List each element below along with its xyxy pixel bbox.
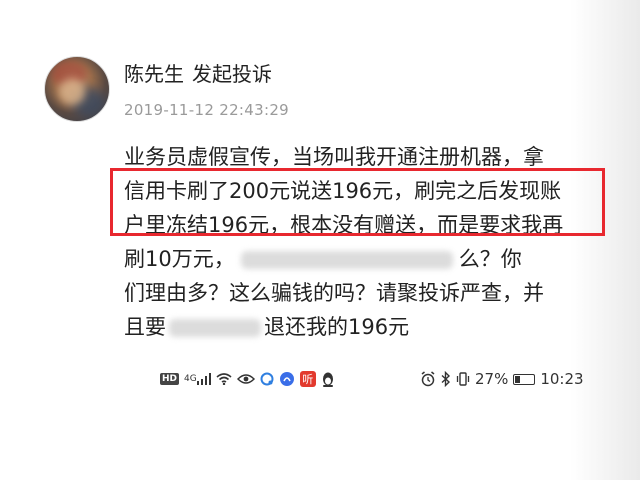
redacted-text xyxy=(240,251,453,269)
text-segment: 退还我的196元 xyxy=(264,315,410,339)
battery-fill xyxy=(515,375,521,383)
text-line: 们理由多？这么骗钱的吗？请聚投诉严查，并 xyxy=(124,281,544,305)
redacted-text xyxy=(169,319,261,337)
status-bar-left: HD 4G 听 xyxy=(160,367,335,391)
baidu-app-icon xyxy=(279,371,295,387)
text-line: 且要 退还我的196元 xyxy=(124,310,614,344)
vibrate-icon xyxy=(456,371,470,387)
highlight-annotation-box xyxy=(110,168,605,236)
post-header: 陈先生 发起投诉 xyxy=(124,58,272,87)
status-bar-right: 27% 10:23 xyxy=(420,367,584,391)
status-bar: HD 4G 听 27% 10:23 xyxy=(160,367,590,391)
signal-4g-icon: 4G xyxy=(184,373,211,385)
text-line: 刷10万元， 么？你 xyxy=(124,242,614,276)
eye-icon xyxy=(236,373,255,385)
avatar[interactable] xyxy=(44,56,110,122)
hd-icon: HD xyxy=(160,373,180,385)
bluetooth-icon xyxy=(441,371,451,387)
ting-app-icon: 听 xyxy=(299,371,316,387)
circle-app-icon xyxy=(260,372,274,386)
clock-time: 10:23 xyxy=(540,370,584,388)
battery-percent: 27% xyxy=(475,370,509,388)
text-segment: 么？你 xyxy=(458,247,522,271)
battery-icon xyxy=(513,373,536,385)
alarm-icon xyxy=(420,371,436,387)
text-segment: 刷10万元， xyxy=(124,247,235,271)
post-action: 发起投诉 xyxy=(192,62,272,86)
text-segment: 且要 xyxy=(124,315,166,339)
author-name[interactable]: 陈先生 xyxy=(124,62,184,86)
wifi-icon xyxy=(216,373,232,385)
qq-penguin-icon xyxy=(321,371,335,387)
network-type: 4G xyxy=(184,373,197,384)
post-timestamp: 2019-11-12 22:43:29 xyxy=(124,101,290,119)
